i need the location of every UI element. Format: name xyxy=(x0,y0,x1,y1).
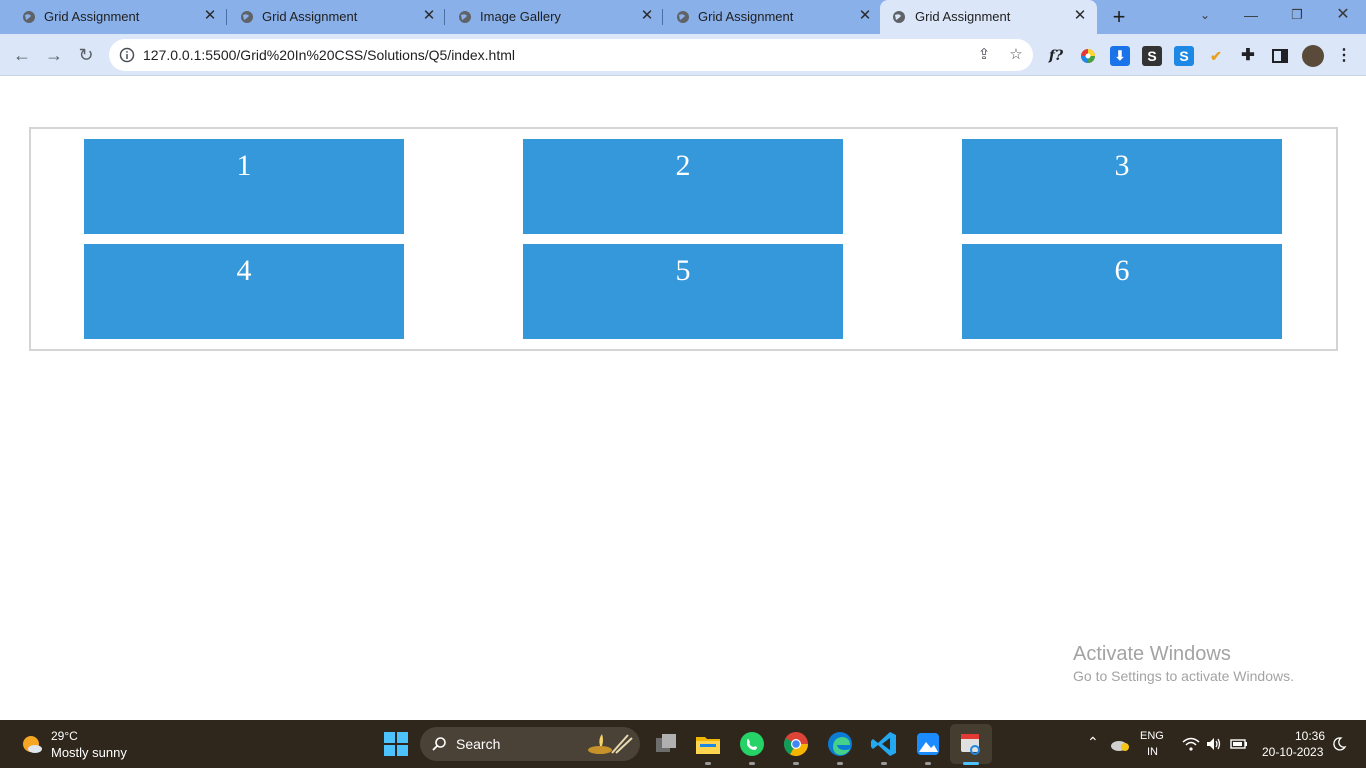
windows-start-icon[interactable] xyxy=(382,730,410,758)
url-text[interactable]: 127.0.0.1:5500/Grid%20In%20CSS/Solutions… xyxy=(143,47,515,63)
tab-title: Grid Assignment xyxy=(44,9,140,24)
globe-icon xyxy=(241,11,253,23)
running-indicator xyxy=(881,762,887,765)
tab-1[interactable]: Grid Assignment ✕ xyxy=(0,0,226,34)
formula-icon[interactable]: f? xyxy=(1046,46,1066,66)
tab-title: Grid Assignment xyxy=(915,9,1011,24)
diya-lamp-icon xyxy=(588,734,633,754)
activation-watermark-subtitle: Go to Settings to activate Windows. xyxy=(1073,668,1294,684)
address-bar[interactable]: 127.0.0.1:5500/Grid%20In%20CSS/Solutions… xyxy=(109,39,1033,71)
tab-title: Grid Assignment xyxy=(698,9,794,24)
grid-item-1: 1 xyxy=(84,139,404,234)
s-icon[interactable]: S xyxy=(1142,46,1162,66)
volume-icon[interactable] xyxy=(1205,736,1223,752)
running-indicator xyxy=(705,762,711,765)
chevron-up-icon[interactable]: ⌃ xyxy=(1087,734,1099,751)
browser-toolbar: ← → ↻ 127.0.0.1:5500/Grid%20In%20CSS/Sol… xyxy=(0,34,1366,76)
user-check-icon[interactable]: ✔ xyxy=(1206,46,1226,66)
task-view-icon[interactable] xyxy=(652,730,680,758)
profile-avatar[interactable] xyxy=(1302,45,1324,67)
running-indicator xyxy=(749,762,755,765)
s2-icon[interactable]: S xyxy=(1174,46,1194,66)
wifi-icon[interactable] xyxy=(1182,736,1200,752)
close-icon[interactable]: ✕ xyxy=(202,8,218,24)
weather-description[interactable]: Mostly sunny xyxy=(51,745,127,760)
minimize-button[interactable]: — xyxy=(1228,0,1274,30)
globe-icon xyxy=(677,11,689,23)
forward-button[interactable]: → xyxy=(42,43,66,67)
reload-button[interactable]: ↻ xyxy=(74,43,98,67)
tab-search-icon[interactable]: ⌄ xyxy=(1182,0,1228,30)
file-explorer-icon[interactable] xyxy=(694,730,722,758)
new-tab-button[interactable]: + xyxy=(1108,6,1130,28)
tab-2[interactable]: Grid Assignment ✕ xyxy=(218,0,444,34)
close-icon[interactable]: ✕ xyxy=(421,8,437,24)
tab-strip: Grid Assignment ✕ Grid Assignment ✕ Imag… xyxy=(0,0,1366,34)
tab-title: Grid Assignment xyxy=(262,9,358,24)
activation-watermark-title: Activate Windows xyxy=(1073,643,1231,665)
active-indicator xyxy=(963,762,979,765)
grid-container: 1 2 3 4 5 6 xyxy=(29,127,1338,351)
chrome-icon[interactable] xyxy=(782,730,810,758)
grid-item-5: 5 xyxy=(523,244,843,339)
snipping-tool-icon[interactable] xyxy=(957,730,985,758)
taskbar: 29°C Mostly sunny Search ⌃ ENG IN 10:36 … xyxy=(0,720,1366,768)
clock-date[interactable]: 20-10-2023 xyxy=(1262,745,1323,759)
grid-item-6: 6 xyxy=(962,244,1282,339)
info-icon[interactable] xyxy=(119,47,135,63)
grid-item-3: 3 xyxy=(962,139,1282,234)
running-indicator xyxy=(837,762,843,765)
tab-5-active[interactable]: Grid Assignment ✕ xyxy=(880,0,1097,34)
onedrive-warning-icon[interactable] xyxy=(1110,736,1130,752)
bookmark-star-icon[interactable]: ☆ xyxy=(1007,46,1025,64)
battery-icon[interactable] xyxy=(1229,736,1249,752)
clock-time[interactable]: 10:36 xyxy=(1295,729,1325,743)
restore-button[interactable]: ❐ xyxy=(1274,0,1320,30)
tab-title: Image Gallery xyxy=(480,9,561,24)
globe-icon xyxy=(893,11,905,23)
grid-item-2: 2 xyxy=(523,139,843,234)
color-wheel-icon[interactable] xyxy=(1078,46,1098,66)
running-indicator xyxy=(925,762,931,765)
grid-item-4: 4 xyxy=(84,244,404,339)
download-icon[interactable]: ⬇ xyxy=(1110,46,1130,66)
sidepanel-icon[interactable] xyxy=(1270,46,1290,66)
close-icon[interactable]: ✕ xyxy=(639,8,655,24)
edge-icon[interactable] xyxy=(826,730,854,758)
do-not-disturb-moon-icon[interactable] xyxy=(1331,736,1347,752)
search-label: Search xyxy=(456,736,501,752)
whatsapp-icon[interactable] xyxy=(738,730,766,758)
share-icon[interactable]: ⇪ xyxy=(975,46,993,64)
close-icon[interactable]: ✕ xyxy=(857,8,873,24)
region-indicator[interactable]: IN xyxy=(1147,746,1158,758)
back-button[interactable]: ← xyxy=(10,43,34,67)
search-icon xyxy=(432,737,446,751)
menu-icon[interactable]: ⋮ xyxy=(1334,46,1354,66)
language-indicator[interactable]: ENG xyxy=(1140,730,1164,742)
close-icon[interactable]: ✕ xyxy=(1072,8,1088,24)
vscode-icon[interactable] xyxy=(870,730,898,758)
globe-icon xyxy=(459,11,471,23)
taskbar-search[interactable]: Search xyxy=(420,727,640,761)
photos-icon[interactable] xyxy=(914,730,942,758)
puzzle-icon[interactable]: ✚ xyxy=(1238,46,1258,66)
tab-3[interactable]: Image Gallery ✕ xyxy=(436,0,662,34)
globe-icon xyxy=(23,11,35,23)
close-window-button[interactable]: ✕ xyxy=(1320,0,1366,30)
running-indicator xyxy=(793,762,799,765)
tab-4[interactable]: Grid Assignment ✕ xyxy=(654,0,880,34)
sun-cloud-icon[interactable] xyxy=(20,732,44,756)
weather-temperature[interactable]: 29°C xyxy=(51,729,78,743)
